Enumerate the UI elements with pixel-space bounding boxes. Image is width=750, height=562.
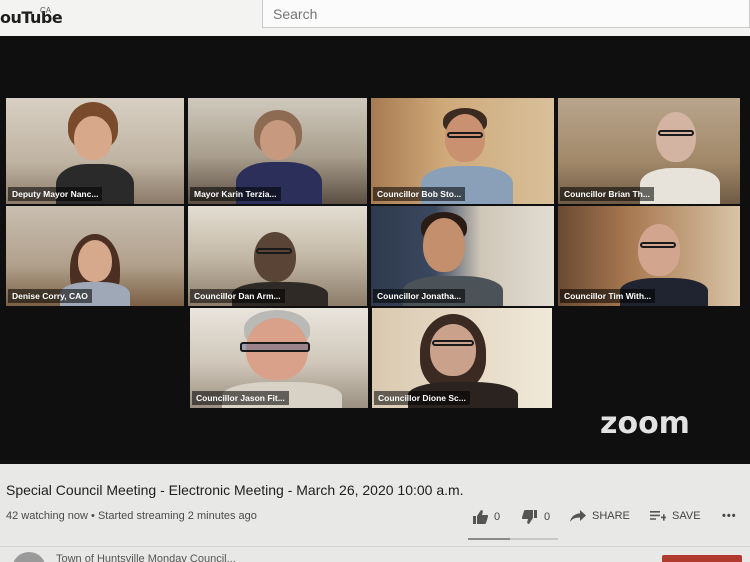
stream-start: Started streaming 2 minutes ago [97, 510, 257, 522]
video-title: Special Council Meeting - Electronic Mee… [6, 482, 464, 498]
glasses [658, 130, 694, 136]
video-meta: 42 watching now • Started streaming 2 mi… [6, 510, 257, 522]
meta-separator: • [91, 510, 98, 522]
face [430, 324, 476, 376]
participant-tile: Deputy Mayor Nanc... [6, 98, 184, 204]
participant-name: Denise Corry, CAO [8, 289, 92, 303]
share-label: SHARE [592, 510, 630, 522]
face [254, 232, 296, 282]
face [260, 120, 296, 160]
top-bar: ouTube CA [0, 0, 750, 36]
face [423, 218, 465, 272]
dislike-button[interactable]: 0 [522, 510, 550, 524]
participant-tile: Councillor Jason Fit... [190, 308, 368, 408]
thumbs-down-icon [522, 510, 537, 524]
dislike-count: 0 [544, 511, 551, 523]
participant-tile: Mayor Karin Terzia... [188, 98, 367, 204]
channel-avatar[interactable] [12, 552, 46, 562]
like-button[interactable]: 0 [472, 510, 500, 524]
subscribe-button[interactable] [662, 555, 742, 562]
youtube-logo[interactable]: ouTube [0, 8, 63, 27]
watching-count: 42 watching now [6, 510, 88, 522]
participant-name: Councillor Jonatha... [373, 289, 466, 303]
participant-name: Mayor Karin Terzia... [190, 187, 281, 201]
participant-name: Councillor Jason Fit... [192, 391, 289, 405]
participant-tile: Councillor Dan Arm... [188, 206, 367, 306]
glasses [640, 242, 676, 248]
face [74, 116, 112, 160]
glasses [240, 342, 310, 352]
search-input[interactable] [262, 0, 750, 28]
participant-name: Deputy Mayor Nanc... [8, 187, 103, 201]
glasses [432, 340, 474, 346]
thumbs-up-icon [473, 510, 488, 524]
participant-name: Councillor Dione Sc... [374, 391, 470, 405]
participant-name: Councillor Tim With... [560, 289, 656, 303]
face [445, 114, 485, 162]
participant-tile: Councillor Brian Th... [558, 98, 740, 204]
face [656, 112, 696, 162]
video-player[interactable]: Deputy Mayor Nanc... Mayor Karin Terzia.… [0, 36, 750, 464]
glasses [256, 248, 292, 254]
channel-name[interactable]: Town of Huntsville Monday Council... [56, 553, 236, 562]
face [78, 240, 112, 282]
participant-name: Councillor Brian Th... [560, 187, 654, 201]
face [638, 224, 680, 276]
save-button[interactable]: SAVE [650, 510, 701, 522]
playlist-add-icon [650, 511, 666, 521]
like-ratio-bar [468, 538, 558, 540]
participant-name: Councillor Dan Arm... [190, 289, 285, 303]
share-icon [570, 510, 586, 522]
share-button[interactable]: SHARE [570, 510, 630, 522]
zoom-logo: zoom [600, 406, 690, 441]
like-count: 0 [494, 511, 501, 523]
glasses [447, 132, 483, 138]
participant-name: Councillor Bob Sto... [373, 187, 466, 201]
participant-tile: Councillor Jonatha... [371, 206, 554, 306]
region-label: CA [40, 6, 52, 15]
like-ratio-fill [468, 538, 510, 540]
save-label: SAVE [672, 510, 701, 522]
participant-tile: Councillor Dione Sc... [372, 308, 552, 408]
more-options-icon[interactable]: ••• [722, 510, 737, 522]
participant-tile: Denise Corry, CAO [6, 206, 184, 306]
participant-tile: Councillor Tim With... [558, 206, 740, 306]
divider [0, 546, 750, 547]
participant-tile: Councillor Bob Sto... [371, 98, 554, 204]
